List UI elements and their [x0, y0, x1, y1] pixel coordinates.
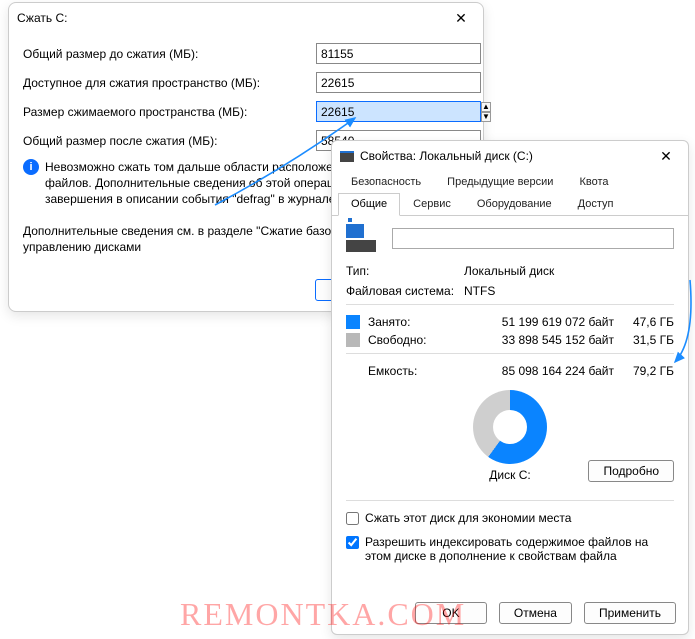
props-title: Свойства: Локальный диск (C:) — [360, 149, 533, 163]
volume-name-input[interactable] — [392, 228, 674, 249]
free-bytes: 33 898 545 152 байт — [446, 333, 614, 347]
apply-button[interactable]: Применить — [584, 602, 676, 624]
close-icon[interactable]: ✕ — [652, 148, 680, 165]
tabs: Безопасность Предыдущие версии Квота Общ… — [332, 171, 688, 216]
index-label: Разрешить индексировать содержимое файло… — [365, 535, 674, 563]
row-avail: Доступное для сжатия пространство (МБ): — [23, 72, 469, 93]
free-key: Свободно: — [368, 333, 446, 347]
input-before — [316, 43, 481, 64]
cancel-button[interactable]: Отмена — [499, 602, 572, 624]
volume-row — [346, 224, 674, 252]
input-amount[interactable] — [316, 101, 481, 122]
cap-key: Емкость: — [368, 364, 446, 378]
used-bytes: 51 199 619 072 байт — [446, 315, 614, 329]
label-amount: Размер сжимаемого пространства (МБ): — [23, 105, 316, 119]
drive-icon — [340, 151, 354, 162]
free-swatch-icon — [346, 333, 360, 347]
close-icon[interactable]: ✕ — [447, 10, 475, 27]
tab-security[interactable]: Безопасность — [338, 171, 434, 193]
type-key: Тип: — [346, 264, 464, 278]
tab-hardware[interactable]: Оборудование — [464, 193, 565, 215]
info-icon: i — [23, 159, 39, 175]
tab-general[interactable]: Общие — [338, 193, 400, 216]
fs-key: Файловая система: — [346, 284, 464, 298]
label-avail: Доступное для сжатия пространство (МБ): — [23, 76, 316, 90]
used-row: Занято: 51 199 619 072 байт 47,6 ГБ — [346, 315, 674, 329]
input-avail — [316, 72, 481, 93]
label-before: Общий размер до сжатия (МБ): — [23, 47, 316, 61]
index-row: Разрешить индексировать содержимое файло… — [346, 535, 674, 563]
label-after: Общий размер после сжатия (МБ): — [23, 134, 316, 148]
usage-pie-chart — [473, 390, 547, 464]
row-amount: Размер сжимаемого пространства (МБ): ▲ ▼ — [23, 101, 469, 122]
shrink-title: Сжать C: — [17, 11, 67, 25]
tab-tools[interactable]: Сервис — [400, 193, 464, 215]
ok-button[interactable]: OK — [415, 602, 487, 624]
row-before: Общий размер до сжатия (МБ): — [23, 43, 469, 64]
detail-button[interactable]: Подробно — [588, 460, 674, 482]
spin-down-icon[interactable]: ▼ — [481, 112, 491, 122]
disk-icon — [346, 240, 376, 252]
index-checkbox[interactable] — [346, 536, 359, 549]
cap-gb: 79,2 ГБ — [614, 364, 674, 378]
used-gb: 47,6 ГБ — [614, 315, 674, 329]
shrink-titlebar: Сжать C: ✕ — [9, 3, 483, 33]
capacity-row: Емкость: 85 098 164 224 байт 79,2 ГБ — [346, 364, 674, 378]
tab-quota[interactable]: Квота — [566, 171, 621, 193]
used-key: Занято: — [368, 315, 446, 329]
free-row: Свободно: 33 898 545 152 байт 31,5 ГБ — [346, 333, 674, 347]
props-titlebar: Свойства: Локальный диск (C:) ✕ — [332, 141, 688, 171]
windows-icon — [346, 224, 364, 238]
tab-previous-versions[interactable]: Предыдущие версии — [434, 171, 566, 193]
cap-bytes: 85 098 164 224 байт — [446, 364, 614, 378]
properties-dialog: Свойства: Локальный диск (C:) ✕ Безопасн… — [331, 140, 689, 635]
amount-spinner: ▲ ▼ — [481, 102, 491, 122]
tab-sharing[interactable]: Доступ — [565, 193, 627, 215]
compress-label: Сжать этот диск для экономии места — [365, 511, 571, 525]
compress-checkbox[interactable] — [346, 512, 359, 525]
used-swatch-icon — [346, 315, 360, 329]
free-gb: 31,5 ГБ — [614, 333, 674, 347]
type-val: Локальный диск — [464, 264, 674, 278]
fs-val: NTFS — [464, 284, 674, 298]
spin-up-icon[interactable]: ▲ — [481, 102, 491, 112]
compress-row: Сжать этот диск для экономии места — [346, 511, 674, 525]
